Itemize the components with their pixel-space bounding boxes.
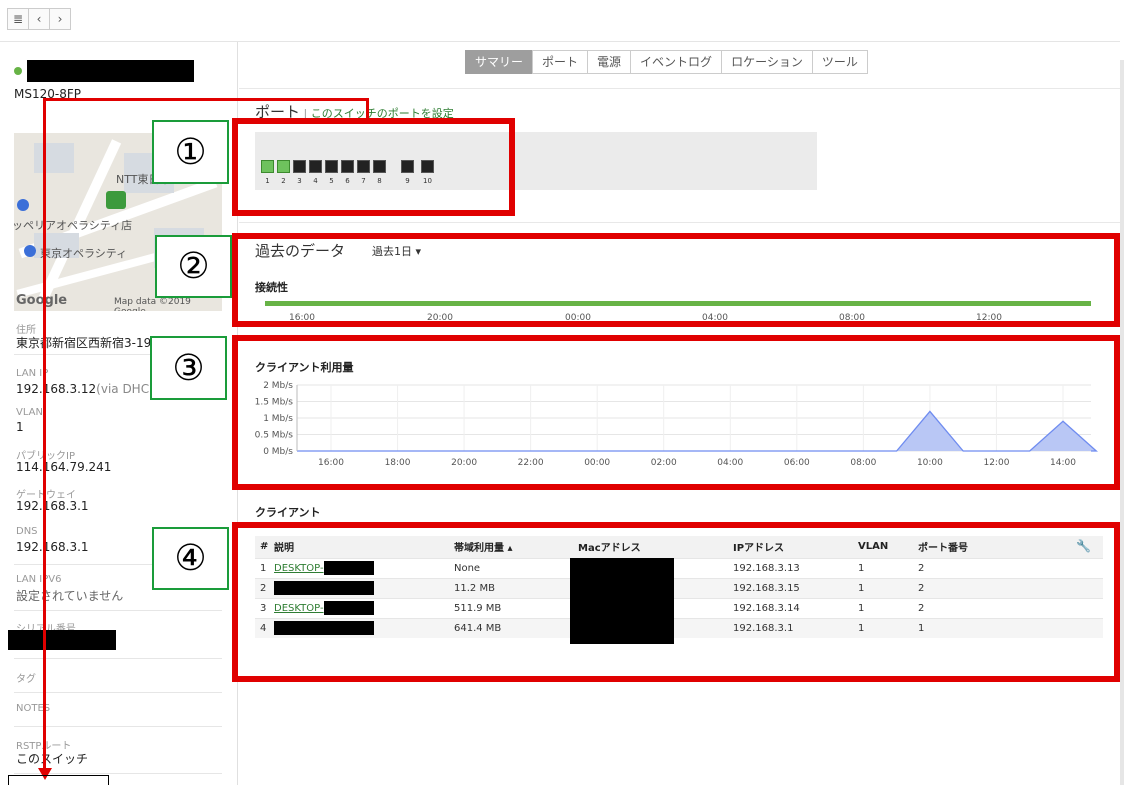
map-label-store: ッペリアオペラシティ店 (14, 219, 133, 232)
rstp-value: このスイッチ (16, 752, 89, 766)
dns-label: DNS (16, 526, 38, 537)
tab-summary[interactable]: サマリー (465, 50, 534, 74)
chevron-left-icon[interactable]: ‹ (28, 8, 50, 30)
annotation-2: ② (155, 235, 232, 298)
arrow-connector (366, 98, 369, 120)
tab-bar: サマリー ポート 電源 イベントログ ロケーション ツール (465, 50, 868, 74)
public-ip-value: 114.164.79.241 (16, 460, 112, 474)
highlight-box-3 (232, 335, 1120, 490)
redacted-serial (8, 630, 116, 650)
map-attribution: Map data ©2019 Google (114, 297, 191, 311)
scrollbar[interactable] (1120, 60, 1124, 785)
address-value: 東京都新宿区西新宿3-19- (16, 336, 156, 350)
ipv6-label: LAN IPV6 (16, 574, 62, 585)
tab-location[interactable]: ロケーション (721, 50, 813, 74)
highlight-box-4 (232, 522, 1120, 682)
callout-box (8, 775, 109, 785)
map-marker-icon[interactable] (106, 191, 126, 209)
chevron-right-icon[interactable]: › (49, 8, 71, 30)
tab-event-log[interactable]: イベントログ (630, 50, 723, 74)
vlan-value: 1 (16, 420, 24, 434)
annotation-1: ① (152, 120, 229, 184)
dns-value: 192.168.3.1 (16, 540, 89, 554)
arrow-vertical (43, 98, 46, 773)
map-label-opera: 東京オペラシティ (40, 247, 128, 260)
tab-ports[interactable]: ポート (532, 50, 589, 74)
map-pin-icon (24, 245, 36, 257)
nav-buttons: ≣ ‹ › (7, 8, 71, 30)
status-dot (14, 67, 22, 75)
highlight-box-1 (232, 118, 515, 216)
annotation-3: ③ (150, 336, 227, 400)
map-pin-icon (17, 199, 29, 211)
annotation-4: ④ (152, 527, 229, 590)
highlight-box-2 (232, 233, 1120, 327)
top-bar: ≣ ‹ › (0, 0, 1120, 42)
redacted-device-name (27, 60, 194, 82)
arrow-horizontal (43, 98, 369, 101)
vlan-label: VLAN (16, 407, 43, 418)
ipv6-value: 設定されていません (16, 589, 124, 603)
menu-icon[interactable]: ≣ (7, 8, 29, 30)
tags-label[interactable]: タグ (16, 670, 36, 685)
tab-power[interactable]: 電源 (587, 50, 632, 74)
tab-tools[interactable]: ツール (811, 50, 868, 74)
gateway-value: 192.168.3.1 (16, 499, 89, 513)
lan-ip-value: 192.168.3.12(via DHCP) (16, 382, 162, 396)
google-logo: Google (16, 293, 68, 308)
clients-title: クライアント (255, 506, 321, 519)
